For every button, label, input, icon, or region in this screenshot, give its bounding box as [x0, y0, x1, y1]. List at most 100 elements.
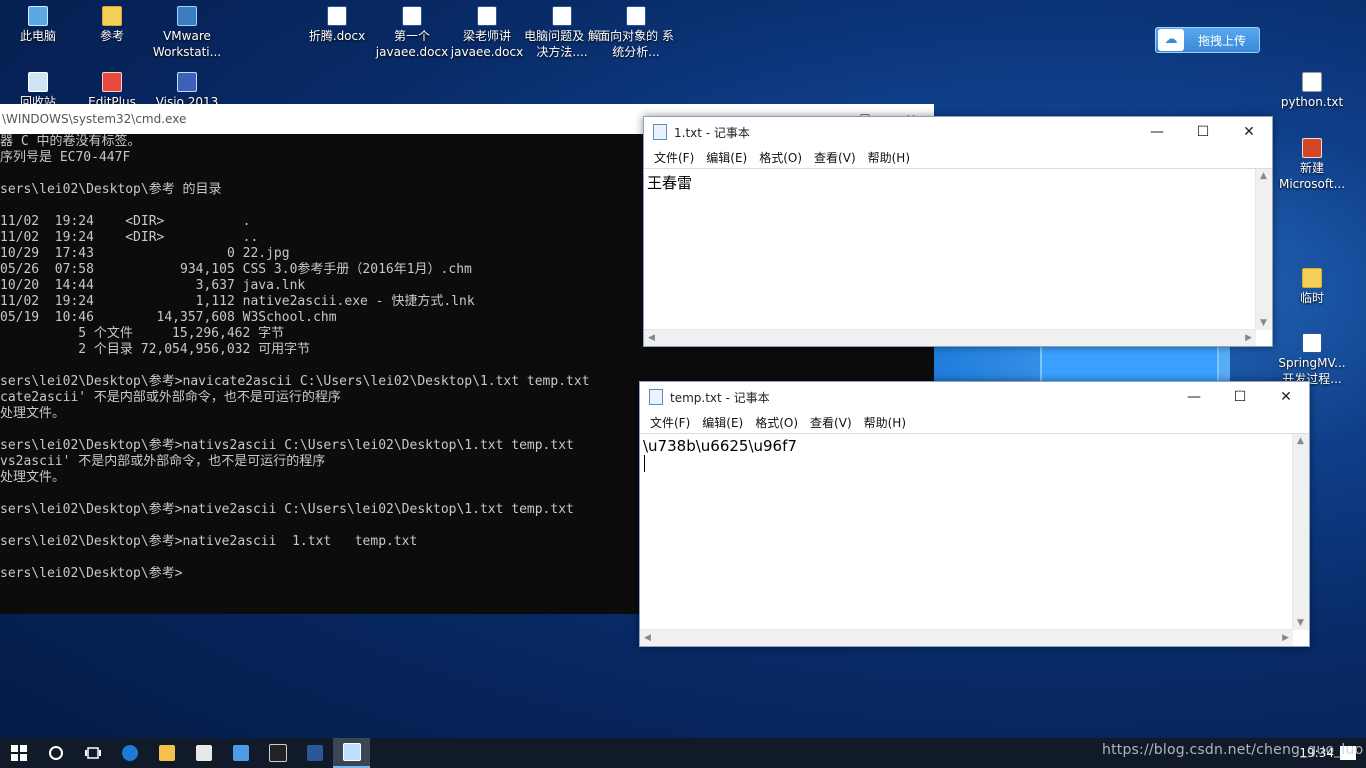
word-doc-icon: [626, 6, 646, 26]
desktop-icon-label: 临时: [1299, 291, 1324, 305]
menu-edit[interactable]: 编辑(E): [696, 414, 749, 431]
desktop-icon-label: python.txt: [1280, 95, 1344, 109]
word-doc-icon: [477, 6, 497, 26]
menu-help[interactable]: 帮助(H): [862, 149, 916, 166]
recycle-bin-icon: [28, 72, 48, 92]
watermark-url: https://blog.csdn.net/cheng_guo_luo: [1102, 742, 1364, 758]
horizontal-scrollbar[interactable]: ◀ ▶: [644, 329, 1256, 346]
maximize-button[interactable]: ☐: [1217, 382, 1263, 412]
maximize-button[interactable]: ☐: [1180, 117, 1226, 147]
text-editor[interactable]: 王春雷 ▲ ▼ ◀ ▶: [644, 168, 1272, 346]
taskbar-edge[interactable]: [111, 738, 148, 768]
desktop-icon-label: 第一个 javaee.docx: [375, 29, 449, 59]
notepad-icon: [649, 389, 663, 405]
word-doc-icon: [552, 6, 572, 26]
menu-file[interactable]: 文件(F): [644, 414, 696, 431]
desktop-icon-label: 此电脑: [19, 29, 56, 43]
desktop-icon-doc[interactable]: 第一个 javaee.docx: [374, 6, 450, 60]
scroll-up-icon[interactable]: ▲: [1297, 436, 1304, 446]
menu-view[interactable]: 查看(V): [804, 414, 858, 431]
taskbar-word[interactable]: [296, 738, 333, 768]
task-view-button[interactable]: [74, 738, 111, 768]
vertical-scrollbar[interactable]: ▲ ▼: [1255, 169, 1272, 330]
edge-icon: [121, 745, 138, 761]
notepad-window-temp[interactable]: temp.txt - 记事本 — ☐ ✕ 文件(F) 编辑(E) 格式(O) 查…: [639, 381, 1310, 647]
editor-content: \u738b\u6625\u96f7: [640, 434, 1309, 479]
desktop-icon-ppt[interactable]: 新建 Microsoft...: [1274, 138, 1350, 192]
cmd-icon: [268, 744, 287, 762]
word-icon: [306, 745, 323, 761]
start-button[interactable]: [0, 738, 37, 768]
vmware-icon: [177, 6, 197, 26]
file-explorer-icon: [158, 745, 175, 761]
cloud-app-icon: [232, 745, 249, 761]
menu-format[interactable]: 格式(O): [749, 414, 804, 431]
menu-file[interactable]: 文件(F): [648, 149, 700, 166]
editplus-icon: [102, 72, 122, 92]
desktop-icon-doc[interactable]: 电脑问题及 解决方法....: [524, 6, 600, 60]
desktop-icon-label: VMware Workstati...: [152, 29, 222, 59]
menu-format[interactable]: 格式(O): [753, 149, 808, 166]
desktop-icon-doc[interactable]: 梁老师讲 javaee.docx: [449, 6, 525, 60]
desktop-icon-label: 面向对象的 系统分析...: [598, 29, 674, 59]
visio-icon: [177, 72, 197, 92]
word-doc-icon: [1302, 333, 1322, 353]
mail-icon: [195, 745, 212, 761]
desktop-icon-folder[interactable]: 参考: [74, 6, 150, 44]
cloud-icon: ☁: [1158, 29, 1184, 51]
close-button[interactable]: ✕: [1263, 382, 1309, 412]
search-circle-icon: [48, 746, 63, 760]
word-doc-icon: [402, 6, 422, 26]
cmd-title: \WINDOWS\system32\cmd.exe: [2, 112, 187, 126]
taskbar-notepad[interactable]: [333, 738, 370, 768]
notepad-window-1txt[interactable]: 1.txt - 记事本 — ☐ ✕ 文件(F) 编辑(E) 格式(O) 查看(V…: [643, 116, 1273, 347]
desktop-icon-vmware[interactable]: VMware Workstati...: [149, 6, 225, 60]
cmd-output-line: [0, 358, 934, 374]
task-view-icon: [84, 747, 101, 759]
desktop-icon-doc[interactable]: 折腾.docx: [299, 6, 375, 44]
text-caret: [644, 455, 645, 472]
desktop-icon-this-pc[interactable]: 此电脑: [0, 6, 76, 44]
scroll-left-icon[interactable]: ◀: [644, 633, 651, 643]
scroll-right-icon[interactable]: ▶: [1245, 333, 1252, 343]
scroll-down-icon[interactable]: ▼: [1260, 318, 1267, 328]
horizontal-scrollbar[interactable]: ◀ ▶: [640, 629, 1293, 646]
pc-icon: [28, 6, 48, 26]
menu-help[interactable]: 帮助(H): [858, 414, 912, 431]
notepad-title-bar[interactable]: temp.txt - 记事本 — ☐ ✕: [640, 382, 1309, 412]
drag-upload-button[interactable]: ☁ 拖拽上传: [1155, 27, 1260, 53]
scroll-up-icon[interactable]: ▲: [1260, 171, 1267, 181]
wallpaper-window-shape: [1040, 342, 1219, 386]
windows-logo-icon: [10, 745, 27, 761]
desktop-icon-temp-folder[interactable]: 临时: [1274, 268, 1350, 306]
upload-label: 拖拽上传: [1198, 33, 1247, 48]
taskbar-baidu[interactable]: [222, 738, 259, 768]
desktop-icon-label: 新建 Microsoft...: [1278, 161, 1346, 191]
desktop-icon-label: 折腾.docx: [308, 29, 366, 43]
desktop-icon-springmvc[interactable]: SpringMV... 开发过程...: [1274, 333, 1350, 387]
notepad-title: temp.txt - 记事本: [670, 390, 770, 405]
taskbar-mail[interactable]: [185, 738, 222, 768]
menu-bar: 文件(F) 编辑(E) 格式(O) 查看(V) 帮助(H): [644, 147, 1272, 167]
notepad-icon: [653, 124, 667, 140]
minimize-button[interactable]: —: [1134, 117, 1180, 147]
desktop-icon-doc[interactable]: 面向对象的 系统分析...: [598, 6, 674, 60]
scroll-left-icon[interactable]: ◀: [648, 333, 655, 343]
minimize-button[interactable]: —: [1171, 382, 1217, 412]
close-button[interactable]: ✕: [1226, 117, 1272, 147]
folder-icon: [102, 6, 122, 26]
scroll-down-icon[interactable]: ▼: [1297, 618, 1304, 628]
desktop-icon-python-txt[interactable]: python.txt: [1274, 72, 1350, 110]
taskbar-explorer[interactable]: [148, 738, 185, 768]
menu-edit[interactable]: 编辑(E): [700, 149, 753, 166]
editor-text: \u738b\u6625\u96f7: [643, 437, 797, 455]
notepad-title-bar[interactable]: 1.txt - 记事本 — ☐ ✕: [644, 117, 1272, 147]
scroll-right-icon[interactable]: ▶: [1282, 633, 1289, 643]
taskbar-cmd[interactable]: [259, 738, 296, 768]
text-editor[interactable]: \u738b\u6625\u96f7 ▲ ▼ ◀ ▶: [640, 433, 1309, 646]
search-button[interactable]: [37, 738, 74, 768]
menu-view[interactable]: 查看(V): [808, 149, 862, 166]
notepad-title: 1.txt - 记事本: [674, 125, 750, 140]
notepad-icon: [342, 743, 361, 761]
vertical-scrollbar[interactable]: ▲ ▼: [1292, 434, 1309, 630]
